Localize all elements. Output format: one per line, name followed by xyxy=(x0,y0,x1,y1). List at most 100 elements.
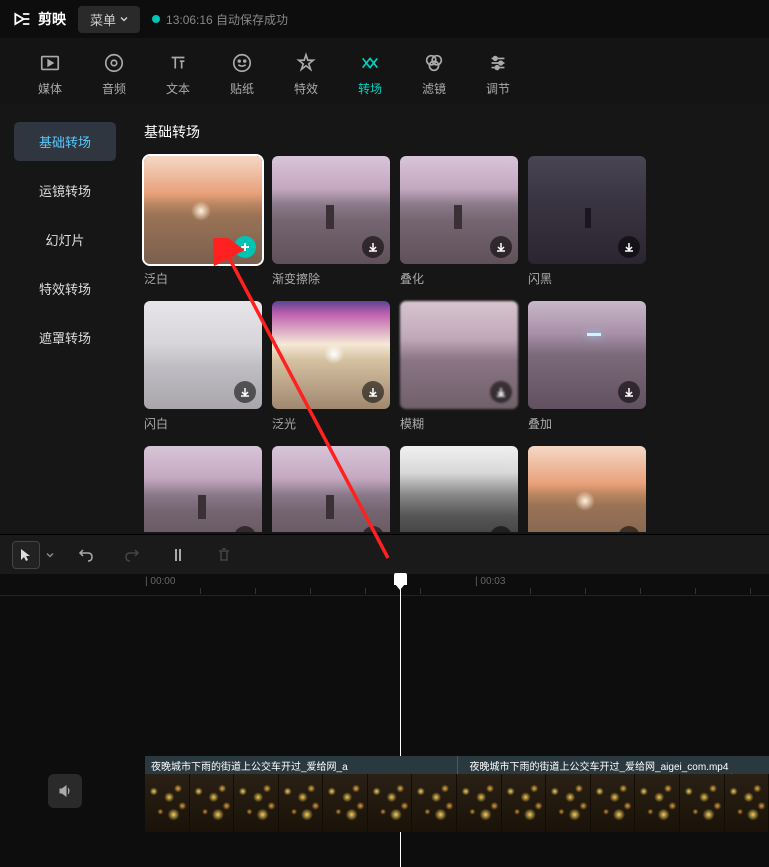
download-icon xyxy=(623,386,635,398)
menu-button[interactable]: 菜单 xyxy=(78,6,140,33)
selection-tool[interactable] xyxy=(12,541,40,569)
video-clip[interactable] xyxy=(145,774,769,832)
thumbnail xyxy=(528,156,646,264)
transition-card[interactable]: 泛光 xyxy=(272,301,390,432)
frame-thumb xyxy=(323,774,368,832)
card-label: 闪黑 xyxy=(528,270,646,287)
frame-thumb xyxy=(457,774,502,832)
save-status: 13:06:16 自动保存成功 xyxy=(152,11,288,28)
card-label: 闪白 xyxy=(144,415,262,432)
frame-thumb xyxy=(635,774,680,832)
trash-icon xyxy=(216,547,232,563)
download-button[interactable] xyxy=(234,381,256,403)
card-label: 泛光 xyxy=(272,415,390,432)
undo-button[interactable] xyxy=(72,541,100,569)
cursor-icon xyxy=(18,547,34,563)
clip-name: 夜晚城市下雨的街道上公交车开过_爱给网_aigei_com.mp43.5s xyxy=(457,756,769,774)
frame-thumb xyxy=(680,774,725,832)
download-button[interactable] xyxy=(362,381,384,403)
frame-thumb xyxy=(279,774,324,832)
status-dot-icon xyxy=(152,15,160,23)
content-area: 基础转场 泛白 渐变擦除 叠化 xyxy=(130,104,769,534)
download-icon xyxy=(495,386,507,398)
ruler[interactable]: | 00:00 | 00:03 xyxy=(0,574,769,596)
sidebar-item-basic[interactable]: 基础转场 xyxy=(14,122,116,161)
frame-thumb xyxy=(368,774,413,832)
download-button[interactable] xyxy=(618,236,640,258)
card-label: 叠加 xyxy=(528,415,646,432)
thumbnail xyxy=(144,301,262,409)
chevron-down-icon xyxy=(120,15,128,23)
download-button[interactable] xyxy=(362,236,384,258)
card-label: 渐变擦除 xyxy=(272,270,390,287)
download-button[interactable] xyxy=(618,381,640,403)
thumbnail xyxy=(272,446,390,534)
add-button[interactable] xyxy=(234,236,256,258)
chevron-down-icon[interactable] xyxy=(46,551,54,559)
download-icon xyxy=(367,531,379,534)
thumbnail xyxy=(272,156,390,264)
tool-text[interactable]: 文本 xyxy=(146,44,210,104)
clip-label-row: 夜晚城市下雨的街道上公交车开过_爱给网_a 夜晚城市下雨的街道上公交车开过_爱给… xyxy=(145,756,769,774)
timeline[interactable]: | 00:00 | 00:03 夜晚城市下雨的街道上公交车开过_爱给网_a 夜晚… xyxy=(0,574,769,867)
tool-transition[interactable]: 转场 xyxy=(338,44,402,104)
tool-media[interactable]: 媒体 xyxy=(18,44,82,104)
sidebar-item-mask[interactable]: 遮罩转场 xyxy=(14,318,116,357)
download-button[interactable] xyxy=(490,381,512,403)
transition-card[interactable] xyxy=(400,446,518,534)
delete-button[interactable] xyxy=(210,541,238,569)
content-title: 基础转场 xyxy=(144,122,755,142)
card-label: 模糊 xyxy=(400,415,518,432)
frame-thumb xyxy=(591,774,636,832)
transition-card[interactable]: 泛白 xyxy=(144,156,262,287)
sticker-icon xyxy=(231,52,253,74)
transition-icon xyxy=(359,52,381,74)
thumbnail xyxy=(400,301,518,409)
tool-adjust[interactable]: 调节 xyxy=(466,44,530,104)
sidebar-item-slide[interactable]: 幻灯片 xyxy=(14,220,116,259)
tool-effect[interactable]: 特效 xyxy=(274,44,338,104)
redo-button[interactable] xyxy=(118,541,146,569)
filter-icon xyxy=(423,52,445,74)
audio-icon xyxy=(103,52,125,74)
mute-button[interactable] xyxy=(48,774,82,808)
app-logo: 剪映 xyxy=(12,9,66,29)
text-icon xyxy=(167,52,189,74)
thumbnail xyxy=(400,156,518,264)
split-button[interactable] xyxy=(164,541,192,569)
download-button[interactable] xyxy=(618,526,640,534)
download-icon xyxy=(239,531,251,534)
download-icon xyxy=(495,241,507,253)
download-button[interactable] xyxy=(234,526,256,534)
download-button[interactable] xyxy=(362,526,384,534)
sidebar-item-effect[interactable]: 特效转场 xyxy=(14,269,116,308)
frame-thumb xyxy=(145,774,190,832)
transition-card[interactable] xyxy=(528,446,646,534)
sidebar-item-camera[interactable]: 运镜转场 xyxy=(14,171,116,210)
transition-card[interactable] xyxy=(144,446,262,534)
download-button[interactable] xyxy=(490,236,512,258)
frame-thumb xyxy=(412,774,457,832)
transition-card[interactable]: 叠化 xyxy=(400,156,518,287)
logo-icon xyxy=(12,9,32,29)
transition-card[interactable]: 渐变擦除 xyxy=(272,156,390,287)
thumbnail xyxy=(144,156,262,264)
tool-sticker[interactable]: 贴纸 xyxy=(210,44,274,104)
redo-icon xyxy=(124,547,140,563)
download-icon xyxy=(623,531,635,534)
thumbnail xyxy=(272,301,390,409)
tool-audio[interactable]: 音频 xyxy=(82,44,146,104)
frame-thumb xyxy=(546,774,591,832)
titlebar: 剪映 菜单 13:06:16 自动保存成功 xyxy=(0,0,769,38)
transition-card[interactable]: 闪黑 xyxy=(528,156,646,287)
thumbnail xyxy=(528,301,646,409)
adjust-icon xyxy=(487,52,509,74)
download-button[interactable] xyxy=(490,526,512,534)
transition-card[interactable]: 叠加 xyxy=(528,301,646,432)
transition-card[interactable] xyxy=(272,446,390,534)
tool-filter[interactable]: 滤镜 xyxy=(402,44,466,104)
frame-thumb xyxy=(190,774,235,832)
timeline-toolbar xyxy=(0,534,769,574)
transition-card[interactable]: 闪白 xyxy=(144,301,262,432)
transition-card[interactable]: 模糊 xyxy=(400,301,518,432)
